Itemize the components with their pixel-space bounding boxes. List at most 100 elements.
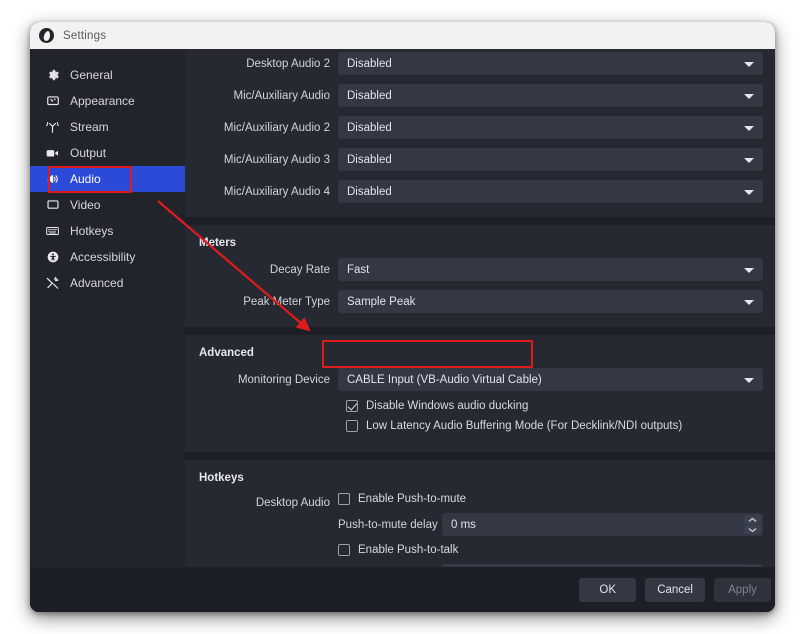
sidebar-item-stream[interactable]: Stream	[30, 114, 185, 140]
desktop-audio-2-label: Desktop Audio 2	[246, 57, 330, 70]
select-value: Sample Peak	[347, 295, 416, 308]
chevron-down-icon[interactable]	[744, 525, 761, 534]
table-row: Mic/Auxiliary Audio 3 Disabled	[197, 148, 763, 171]
mic-aux-audio-label: Mic/Auxiliary Audio	[233, 89, 330, 102]
table-row: Mic/Auxiliary Audio 4 Disabled	[197, 180, 763, 203]
push-to-talk-label: Enable Push-to-talk	[358, 544, 459, 556]
select-value: Disabled	[347, 89, 392, 102]
push-to-talk-checkbox[interactable]	[338, 544, 350, 556]
stepper-buttons[interactable]	[744, 515, 761, 534]
table-row: Monitoring Device CABLE Input (VB-Audio …	[197, 368, 763, 391]
monitoring-device-select[interactable]: CABLE Input (VB-Audio Virtual Cable)	[338, 368, 763, 391]
monitoring-device-label: Monitoring Device	[237, 373, 330, 386]
hotkeys-group-title: Hotkeys	[199, 472, 244, 484]
sidebar-item-label: Hotkeys	[70, 223, 114, 238]
sidebar-item-label: Stream	[70, 119, 109, 134]
select-value: Disabled	[347, 121, 392, 134]
decay-rate-select[interactable]: Fast	[338, 258, 763, 281]
window-titlebar: Settings	[30, 22, 775, 49]
mic-aux-audio-3-label: Mic/Auxiliary Audio 3	[223, 153, 330, 166]
sidebar-item-video[interactable]: Video	[30, 192, 185, 218]
dialog-footer: OK Cancel Apply	[30, 567, 775, 612]
push-to-mute-checkbox[interactable]	[338, 493, 350, 505]
advanced-group-title: Advanced	[199, 347, 254, 359]
advanced-group: Advanced Monitoring Device CABLE Input (…	[185, 335, 775, 452]
screenshot-root: Settings General Appearance Stream Outpu…	[0, 0, 800, 634]
sidebar-item-hotkeys[interactable]: Hotkeys	[30, 218, 185, 244]
desktop-audio-2-select[interactable]: Disabled	[338, 52, 763, 75]
push-to-mute-row[interactable]: Enable Push-to-mute	[338, 493, 763, 505]
settings-window: Settings General Appearance Stream Outpu…	[30, 22, 775, 612]
table-row: Desktop Audio 2 Disabled	[197, 52, 763, 75]
meters-group-title: Meters	[199, 237, 237, 249]
peak-meter-type-select[interactable]: Sample Peak	[338, 290, 763, 313]
decay-rate-label: Decay Rate	[269, 263, 330, 276]
chevron-down-icon	[744, 93, 754, 99]
mic-aux-audio-2-select[interactable]: Disabled	[338, 116, 763, 139]
meters-group: Meters Decay Rate Fast Peak Meter Type S…	[185, 225, 775, 327]
sidebar-item-label: General	[70, 67, 113, 82]
chevron-down-icon	[744, 189, 754, 195]
audio-devices-group: Desktop Audio 2 Disabled Mic/Auxiliary A…	[185, 49, 775, 217]
apply-button[interactable]: Apply	[714, 577, 771, 602]
mic-aux-audio-4-select[interactable]: Disabled	[338, 180, 763, 203]
window-title: Settings	[63, 29, 107, 42]
display-icon	[44, 198, 61, 213]
sidebar-item-advanced[interactable]: Advanced	[30, 270, 185, 296]
settings-sidebar: General Appearance Stream Output Audio V…	[30, 49, 185, 612]
sidebar-item-general[interactable]: General	[30, 62, 185, 88]
push-to-talk-row[interactable]: Enable Push-to-talk	[338, 544, 763, 556]
sidebar-item-appearance[interactable]: Appearance	[30, 88, 185, 114]
push-to-mute-delay-row: Push-to-mute delay 0 ms	[338, 513, 763, 536]
chevron-up-icon[interactable]	[744, 515, 761, 524]
sidebar-item-label: Video	[70, 197, 101, 212]
low-latency-buffering-checkbox[interactable]	[346, 420, 358, 432]
sidebar-item-accessibility[interactable]: Accessibility	[30, 244, 185, 270]
push-to-mute-delay-label: Push-to-mute delay	[338, 518, 438, 531]
accessibility-person-icon	[44, 250, 61, 265]
select-value: Disabled	[347, 57, 392, 70]
disable-audio-ducking-checkbox[interactable]	[346, 400, 358, 412]
low-latency-buffering-row[interactable]: Low Latency Audio Buffering Mode (For De…	[197, 420, 763, 432]
sidebar-item-label: Output	[70, 145, 107, 160]
select-value: CABLE Input (VB-Audio Virtual Cable)	[347, 373, 542, 386]
settings-scroll-area[interactable]: Desktop Audio 2 Disabled Mic/Auxiliary A…	[185, 49, 775, 599]
sidebar-item-label: Audio	[70, 171, 101, 186]
settings-content: Desktop Audio 2 Disabled Mic/Auxiliary A…	[185, 49, 775, 612]
tools-wrench-icon	[44, 276, 61, 291]
sidebar-item-label: Advanced	[70, 275, 124, 290]
mic-aux-audio-select[interactable]: Disabled	[338, 84, 763, 107]
gear-icon	[44, 68, 61, 83]
mic-aux-audio-4-label: Mic/Auxiliary Audio 4	[223, 185, 330, 198]
disable-audio-ducking-label: Disable Windows audio ducking	[366, 400, 529, 412]
monitor-paint-icon	[44, 94, 61, 109]
chevron-down-icon	[744, 61, 754, 67]
speaker-volume-icon	[44, 172, 61, 187]
table-row: Mic/Auxiliary Audio Disabled	[197, 84, 763, 107]
video-camera-icon	[44, 146, 61, 161]
chevron-down-icon	[744, 267, 754, 273]
sidebar-item-output[interactable]: Output	[30, 140, 185, 166]
select-value: Fast	[347, 263, 370, 276]
push-to-mute-delay-stepper[interactable]: 0 ms	[442, 513, 763, 536]
peak-meter-type-label: Peak Meter Type	[243, 295, 330, 308]
broadcast-antenna-icon	[44, 120, 61, 135]
disable-audio-ducking-row[interactable]: Disable Windows audio ducking	[197, 400, 763, 412]
push-to-mute-label: Enable Push-to-mute	[358, 493, 467, 505]
select-value: Disabled	[347, 185, 392, 198]
chevron-down-icon	[744, 157, 754, 163]
sidebar-item-label: Appearance	[70, 93, 135, 108]
chevron-down-icon	[744, 377, 754, 383]
table-row: Peak Meter Type Sample Peak	[197, 290, 763, 313]
stepper-value: 0 ms	[451, 518, 476, 531]
table-row: Decay Rate Fast	[197, 258, 763, 281]
mic-aux-audio-2-label: Mic/Auxiliary Audio 2	[223, 121, 330, 134]
keyboard-icon	[44, 224, 61, 239]
low-latency-buffering-label: Low Latency Audio Buffering Mode (For De…	[366, 420, 683, 432]
mic-aux-audio-3-select[interactable]: Disabled	[338, 148, 763, 171]
sidebar-item-audio[interactable]: Audio	[30, 166, 185, 192]
cancel-button[interactable]: Cancel	[645, 577, 705, 602]
ok-button[interactable]: OK	[579, 577, 637, 602]
table-row: Mic/Auxiliary Audio 2 Disabled	[197, 116, 763, 139]
sidebar-item-label: Accessibility	[70, 249, 136, 264]
